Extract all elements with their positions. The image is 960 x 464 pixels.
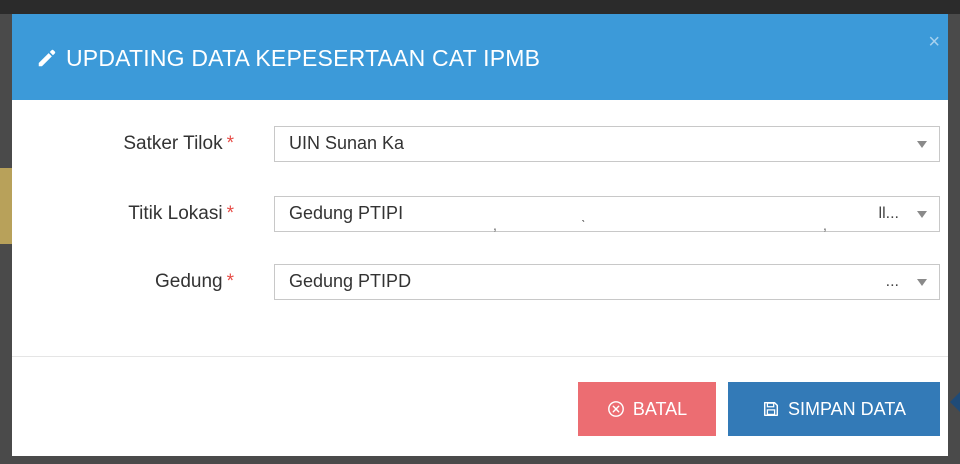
satker-select[interactable]: UIN Sunan Ka [274, 126, 940, 162]
footer-divider [12, 356, 948, 357]
cancel-button[interactable]: BATAL [578, 382, 716, 436]
backdrop-left-highlight [0, 168, 12, 244]
cancel-button-label: BATAL [632, 398, 688, 419]
required-marker: * [226, 203, 234, 224]
gedung-select[interactable]: Gedung PTIPD ... [274, 264, 940, 300]
form-row-titik-lokasi: Titik Lokasi * Gedung PTIPI , ˋ , ll... [12, 196, 948, 233]
satker-label: Satker Tilok * [123, 132, 234, 156]
pencil-icon [38, 49, 56, 67]
close-icon[interactable]: × [928, 32, 940, 52]
gedung-select-value: Gedung PTIPD [289, 271, 412, 291]
modal-header: UPDATING DATA KEPESERTAAN CAT IPMB × [12, 14, 948, 100]
gedung-label-text: Gedung [154, 271, 223, 292]
satker-select-value: UIN Sunan Ka [289, 133, 405, 153]
chevron-down-icon [917, 211, 927, 218]
redacted-mark: , [493, 217, 497, 233]
satker-label-text: Satker Tilok [123, 133, 223, 154]
redacted-mark: , [823, 217, 827, 233]
redacted-mark: ˋ [581, 217, 586, 233]
gedung-select-tail: ... [885, 273, 899, 290]
floppy-disk-icon [763, 401, 779, 417]
save-button-label: SIMPAN DATA [787, 398, 906, 419]
titik-lokasi-select-tail: ll... [878, 205, 899, 222]
titik-lokasi-label-text: Titik Lokasi [128, 203, 223, 224]
titik-lokasi-label: Titik Lokasi * [128, 202, 234, 226]
required-marker: * [226, 271, 234, 292]
modal-title-wrap: UPDATING DATA KEPESERTAAN CAT IPMB [36, 44, 540, 72]
required-marker: * [226, 133, 234, 154]
backdrop-top [0, 0, 960, 14]
backdrop-bottom [0, 456, 960, 464]
gedung-label: Gedung * [155, 270, 234, 294]
titik-lokasi-select-value: Gedung PTIPI [289, 203, 404, 223]
titik-lokasi-select[interactable]: Gedung PTIPI , ˋ , ll... [274, 196, 940, 233]
circle-x-icon [607, 401, 624, 417]
form-row-gedung: Gedung * Gedung PTIPD ... [12, 264, 948, 300]
chevron-down-icon [917, 279, 927, 286]
save-button[interactable]: SIMPAN DATA [728, 382, 940, 436]
modal-title: UPDATING DATA KEPESERTAAN CAT IPMB [66, 45, 541, 71]
update-modal: UPDATING DATA KEPESERTAAN CAT IPMB × Sat… [12, 14, 948, 456]
chevron-down-icon [917, 141, 927, 148]
form-row-satker: Satker Tilok * UIN Sunan Ka [12, 126, 948, 162]
pointer-arrow [950, 392, 960, 412]
